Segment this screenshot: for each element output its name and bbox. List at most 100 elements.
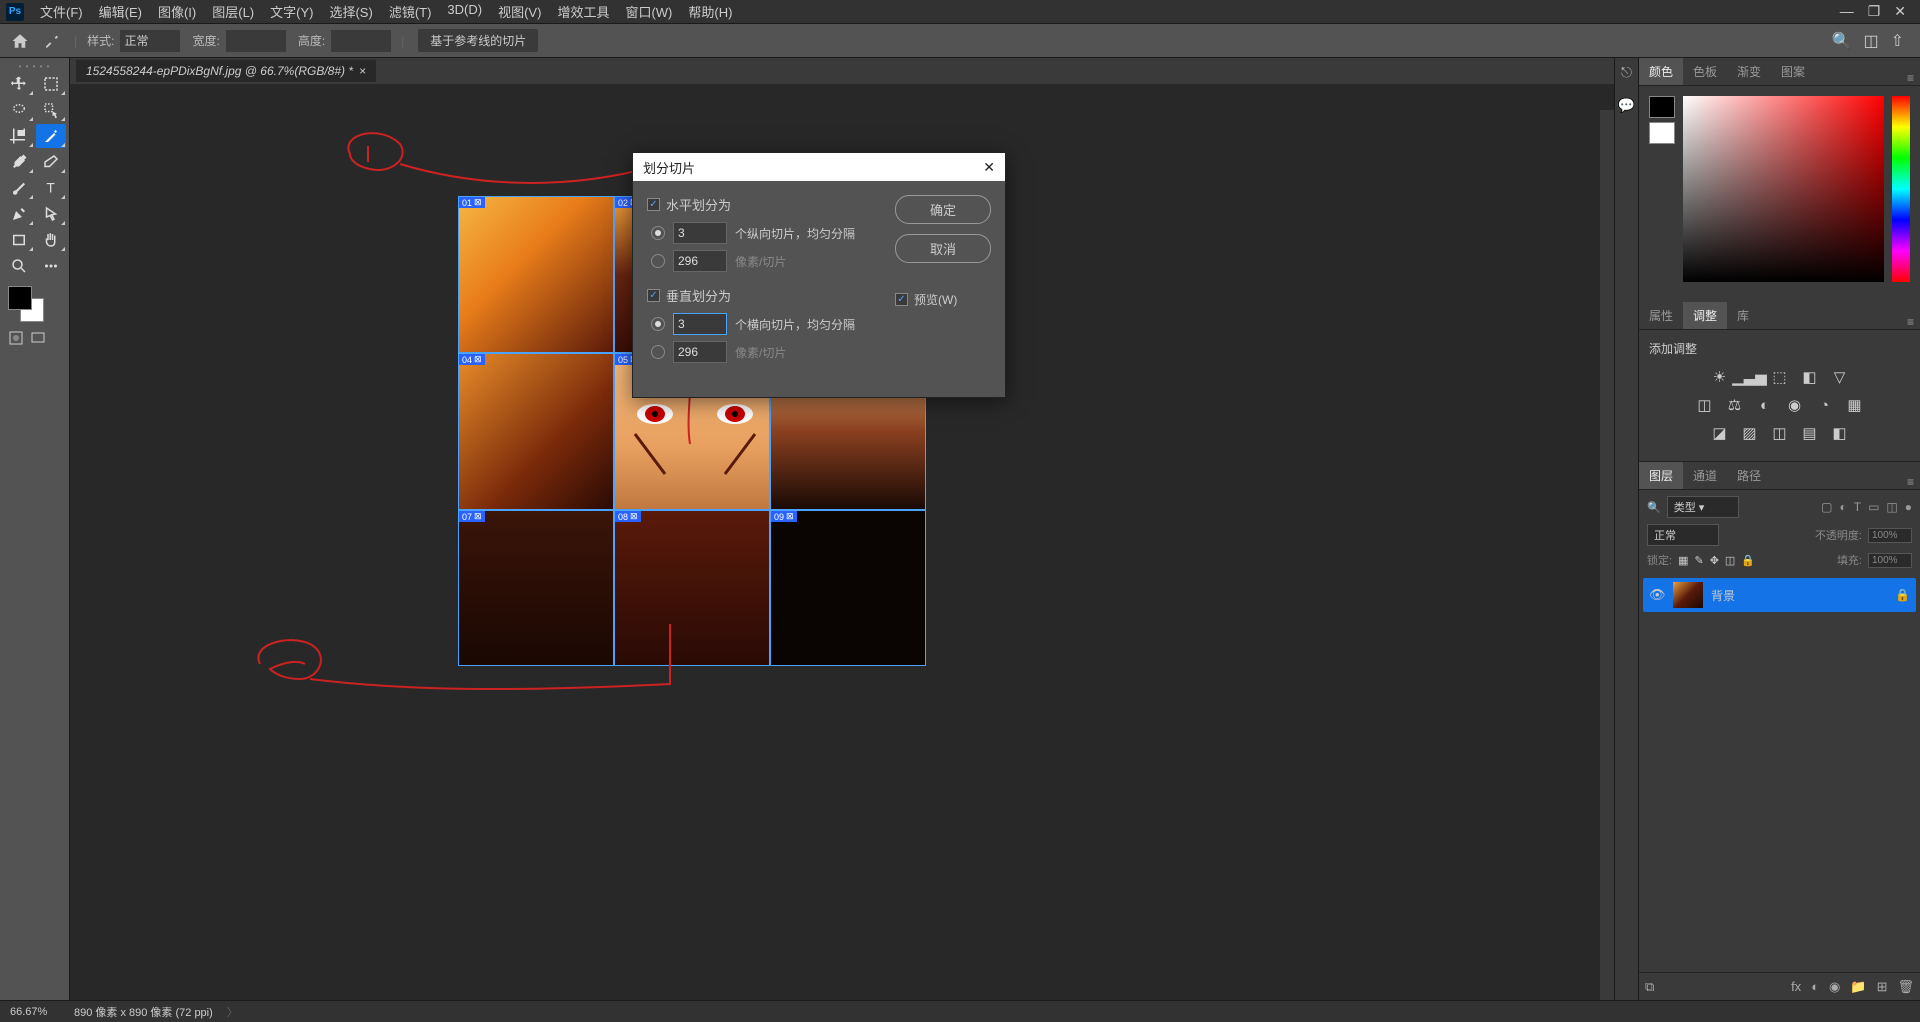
balance-icon[interactable]: ⚖ — [1725, 395, 1745, 415]
exposure-icon[interactable]: ◧ — [1800, 367, 1820, 387]
lasso-tool[interactable] — [4, 98, 34, 122]
screenmode-icon[interactable] — [30, 330, 46, 346]
filter-type-icon[interactable]: T — [1854, 500, 1861, 514]
lock-pixels-icon[interactable]: ▦ — [1678, 554, 1688, 567]
search-icon[interactable]: 🔍 — [1832, 31, 1852, 51]
bw-icon[interactable]: ◐ — [1755, 395, 1775, 415]
preview-checkbox[interactable] — [895, 293, 908, 306]
menu-item[interactable]: 3D(D) — [439, 2, 490, 21]
rectangle-tool[interactable] — [4, 228, 34, 252]
document-info[interactable]: 890 像素 x 890 像素 (72 ppi) — [74, 1004, 213, 1020]
tab-properties[interactable]: 属性 — [1639, 302, 1683, 329]
lock-artboard-icon[interactable]: ◫ — [1725, 554, 1735, 567]
eraser-tool[interactable] — [36, 150, 66, 174]
layer-lock-icon[interactable]: 🔒 — [1895, 588, 1910, 602]
quick-select-tool[interactable] — [36, 98, 66, 122]
hue-icon[interactable]: ◫ — [1695, 395, 1715, 415]
menu-item[interactable]: 窗口(W) — [617, 2, 680, 21]
layer-name[interactable]: 背景 — [1711, 587, 1887, 604]
horiz-count-radio[interactable] — [651, 226, 665, 240]
threshold-icon[interactable]: ◫ — [1770, 423, 1790, 443]
vert-count-radio[interactable] — [651, 317, 665, 331]
vibrance-icon[interactable]: ▽ — [1830, 367, 1850, 387]
marquee-tool[interactable] — [36, 72, 66, 96]
filter-toggle-icon[interactable]: ● — [1905, 500, 1912, 514]
color-swatches[interactable] — [2, 284, 67, 328]
new-layer-icon[interactable]: ⊞ — [1877, 979, 1888, 995]
lock-position-icon[interactable]: ✎ — [1694, 554, 1703, 567]
eyedropper-tool[interactable] — [4, 150, 34, 174]
zoom-tool[interactable] — [4, 254, 34, 278]
close-icon[interactable]: ✕ — [1894, 3, 1906, 20]
bg-swatch[interactable] — [1649, 122, 1675, 144]
zoom-level[interactable]: 66.67% — [10, 1006, 60, 1018]
adjustment-layer-icon[interactable]: ◉ — [1829, 979, 1840, 995]
search-icon[interactable]: 🔍 — [1647, 501, 1661, 514]
brightness-icon[interactable]: ☀ — [1710, 367, 1730, 387]
layer-thumbnail[interactable] — [1673, 582, 1703, 608]
filter-pixel-icon[interactable]: ▢ — [1821, 500, 1832, 514]
fill-input[interactable]: 100% — [1868, 553, 1912, 568]
path-select-tool[interactable] — [36, 202, 66, 226]
hand-tool[interactable] — [36, 228, 66, 252]
lock-move-icon[interactable]: ✥ — [1710, 554, 1719, 567]
dialog-titlebar[interactable]: 划分切片 ✕ — [633, 153, 1005, 181]
maximize-icon[interactable]: ❐ — [1868, 3, 1881, 20]
tab-channels[interactable]: 通道 — [1683, 462, 1727, 489]
brush-tool[interactable] — [4, 176, 34, 200]
tab-swatches[interactable]: 色板 — [1683, 58, 1727, 85]
link-layers-icon[interactable]: ⧉ — [1645, 979, 1654, 995]
layers-panel-menu-icon[interactable]: ≡ — [1901, 475, 1920, 489]
status-chevron-icon[interactable]: 〉 — [227, 1004, 238, 1020]
vertical-divide-checkbox[interactable] — [647, 289, 660, 302]
hue-slider[interactable] — [1892, 96, 1910, 282]
menu-item[interactable]: 文件(F) — [32, 2, 91, 21]
tab-gradients[interactable]: 渐变 — [1727, 58, 1771, 85]
horiz-px-radio[interactable] — [651, 254, 665, 268]
photo-filter-icon[interactable]: ◉ — [1785, 395, 1805, 415]
channel-mixer-icon[interactable]: ◔ — [1815, 395, 1835, 415]
menu-item[interactable]: 图像(I) — [150, 2, 204, 21]
crop-tool[interactable] — [4, 124, 34, 148]
tool-preset-icon[interactable] — [38, 28, 66, 54]
menu-item[interactable]: 文字(Y) — [262, 2, 321, 21]
vertical-scrollbar[interactable] — [1600, 110, 1614, 1000]
filter-smart-icon[interactable]: ◫ — [1886, 500, 1897, 514]
menu-item[interactable]: 视图(V) — [490, 2, 549, 21]
filter-adjust-icon[interactable]: ◐ — [1839, 500, 1846, 514]
canvas[interactable]: 01⊠ 02⊠ 03⊠ 04⊠ 05⊠ 06⊠ 07⊠ 08⊠ 09⊠ — [70, 84, 1614, 1000]
slice-09[interactable]: 09⊠ — [770, 510, 926, 666]
gradient-map-icon[interactable]: ▤ — [1800, 423, 1820, 443]
height-input[interactable] — [331, 30, 391, 52]
home-icon[interactable] — [6, 28, 34, 54]
menu-item[interactable]: 编辑(E) — [91, 2, 150, 21]
dialog-close-icon[interactable]: ✕ — [983, 159, 995, 176]
comments-icon[interactable]: 💬 — [1618, 97, 1635, 114]
lookup-icon[interactable]: ▦ — [1845, 395, 1865, 415]
levels-icon[interactable]: ▁▃▅ — [1740, 367, 1760, 387]
horizontal-divide-checkbox[interactable] — [647, 198, 660, 211]
tab-patterns[interactable]: 图案 — [1771, 58, 1815, 85]
fx-icon[interactable]: fx — [1791, 979, 1801, 994]
menu-item[interactable]: 选择(S) — [321, 2, 380, 21]
color-panel-menu-icon[interactable]: ≡ — [1901, 71, 1920, 85]
quickmask-icon[interactable] — [8, 330, 24, 346]
invert-icon[interactable]: ◪ — [1710, 423, 1730, 443]
mask-icon[interactable]: ◐ — [1811, 979, 1819, 994]
visibility-icon[interactable]: 👁 — [1649, 587, 1665, 603]
opacity-input[interactable]: 100% — [1868, 528, 1912, 543]
horiz-count-input[interactable] — [673, 222, 727, 244]
curves-icon[interactable]: ⬚ — [1770, 367, 1790, 387]
workspace-icon[interactable]: ◫ — [1863, 31, 1878, 51]
filter-shape-icon[interactable]: ▭ — [1868, 500, 1879, 514]
tab-adjustments[interactable]: 调整 — [1683, 302, 1727, 329]
document-tab[interactable]: 1524558244-epPDixBgNf.jpg @ 66.7%(RGB/8#… — [76, 60, 376, 82]
move-tool[interactable] — [4, 72, 34, 96]
tool-grip[interactable]: • • • • • — [2, 62, 67, 72]
menu-item[interactable]: 滤镜(T) — [381, 2, 440, 21]
blend-mode-select[interactable]: 正常 — [1647, 524, 1719, 546]
slice-tool[interactable] — [36, 124, 66, 148]
menu-item[interactable]: 帮助(H) — [680, 2, 740, 21]
tab-libraries[interactable]: 库 — [1727, 302, 1759, 329]
tab-close-icon[interactable]: × — [359, 64, 366, 78]
